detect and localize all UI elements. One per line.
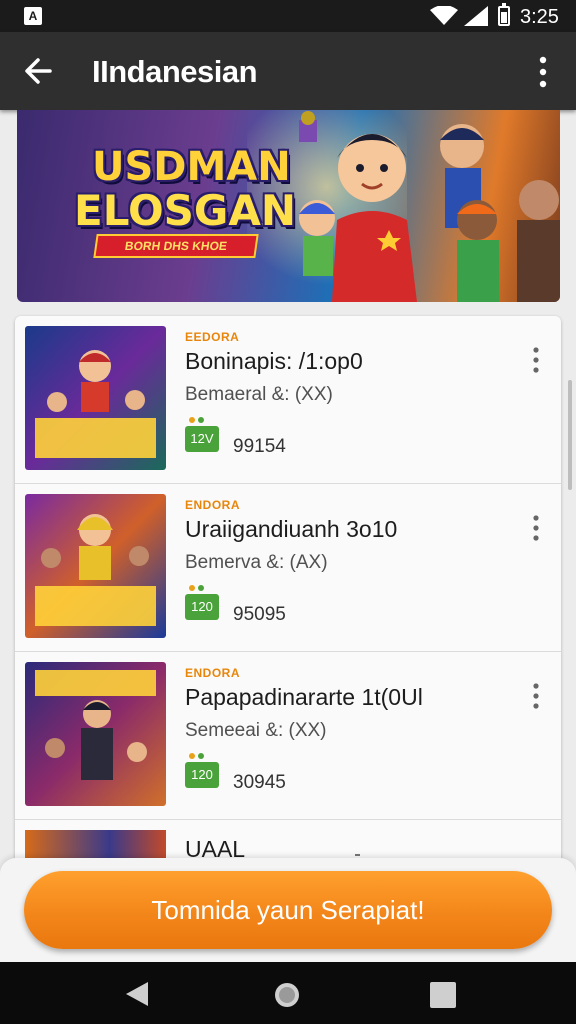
- game-list: EEDORA Boninapis: /1:op0 Bemaeral &: (XX…: [15, 316, 561, 876]
- rating-badge: 12V: [185, 416, 219, 454]
- item-tag: EEDORA: [185, 330, 240, 344]
- more-vert-icon[interactable]: [528, 54, 558, 90]
- hero-title-line2: ELOSGAN: [74, 186, 297, 235]
- hero-title-line1: USDMAN: [92, 144, 291, 190]
- list-item[interactable]: EEDORA Boninapis: /1:op0 Bemaeral &: (XX…: [15, 316, 561, 484]
- game-thumbnail: [25, 326, 166, 470]
- item-tag: ENDORA: [185, 498, 241, 512]
- item-title: Boninapis: /1:op0: [185, 348, 363, 374]
- hero-characters-illustration: [299, 111, 560, 302]
- item-count: 30945: [233, 772, 286, 793]
- game-thumbnail: [25, 494, 166, 638]
- item-meta: Semeeai &: (XX): [185, 720, 327, 741]
- nav-home-icon[interactable]: [272, 980, 302, 1010]
- status-bar: A 3:25: [0, 0, 576, 32]
- hero-ribbon: BORH DHS KHOE: [93, 234, 259, 258]
- item-title: Uraiigandiuanh 3o10: [185, 516, 398, 542]
- battery-icon: [498, 3, 510, 26]
- item-count: 99154: [233, 436, 286, 457]
- game-thumbnail: [25, 662, 166, 806]
- badge-dots-icon: [189, 585, 204, 591]
- system-nav-bar: [0, 962, 576, 1024]
- more-vert-icon[interactable]: [527, 682, 545, 710]
- signal-icon: [464, 6, 488, 26]
- scrollbar[interactable]: [568, 380, 572, 490]
- badge-dots-icon: [189, 753, 204, 759]
- badge-label: 12V: [185, 426, 219, 452]
- wifi-icon: [430, 6, 458, 25]
- more-vert-icon[interactable]: [527, 514, 545, 542]
- badge-dots-icon: [189, 417, 204, 423]
- nav-recents-icon[interactable]: [430, 982, 456, 1008]
- badge-label: 120: [185, 762, 219, 788]
- clock: 3:25: [520, 6, 559, 28]
- rating-badge: 120: [185, 752, 219, 790]
- notification-icon: A: [24, 7, 42, 25]
- nav-back-icon[interactable]: [124, 980, 150, 1008]
- rating-badge: 120: [185, 584, 219, 622]
- app-bar: IIndanesian: [0, 32, 576, 110]
- item-meta: Bemaeral &: (XX): [185, 384, 333, 405]
- hero-banner[interactable]: USDMAN ELOSGAN BORH DHS KHOE: [17, 110, 560, 302]
- list-item[interactable]: ENDORA Uraiigandiuanh 3o10 Bemerva &: (A…: [15, 484, 561, 652]
- item-count: 95095: [233, 604, 286, 625]
- item-title: Papapadinararte 1t(0Ul: [185, 684, 423, 710]
- arrow-left-icon[interactable]: [20, 52, 58, 90]
- cta-button[interactable]: Tomnida yaun Serapiat!: [24, 871, 552, 949]
- list-item[interactable]: ENDORA Papapadinararte 1t(0Ul Semeeai &:…: [15, 652, 561, 820]
- item-tag: ENDORA: [185, 666, 241, 680]
- page-title: IIndanesian: [92, 54, 258, 89]
- more-vert-icon[interactable]: [527, 346, 545, 374]
- divider: [355, 854, 360, 856]
- item-meta: Bemerva &: (AX): [185, 552, 328, 573]
- badge-label: 120: [185, 594, 219, 620]
